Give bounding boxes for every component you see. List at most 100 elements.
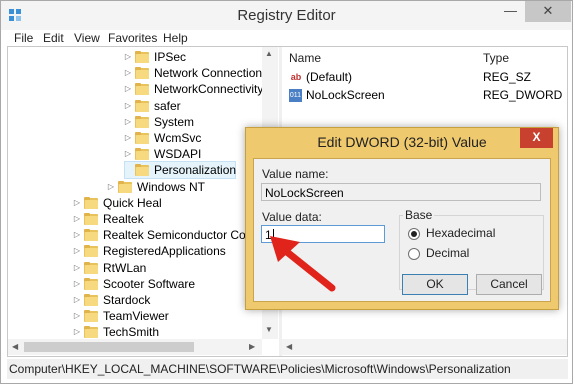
radio-hex-button[interactable] bbox=[408, 228, 420, 240]
radio-decimal-button[interactable] bbox=[408, 248, 420, 260]
expand-arrow-icon[interactable]: ▷ bbox=[72, 276, 82, 292]
folder-icon bbox=[135, 67, 150, 80]
tree-item[interactable]: ▷ safer bbox=[125, 98, 256, 114]
expand-arrow-icon[interactable]: ▷ bbox=[123, 49, 133, 65]
radio-decimal[interactable]: Decimal bbox=[408, 246, 538, 262]
menu-favorites[interactable]: Favorites bbox=[108, 31, 157, 45]
folder-icon bbox=[84, 261, 99, 274]
tree-item-label: Stardock bbox=[103, 293, 151, 307]
window-title: Registry Editor bbox=[237, 7, 336, 24]
folder-icon bbox=[135, 132, 150, 144]
tree-item[interactable]: ▷ WSDAPI bbox=[125, 146, 256, 162]
expand-arrow-icon[interactable]: ▷ bbox=[72, 195, 82, 211]
tree-item-label: Personalization bbox=[154, 163, 237, 178]
tree-item[interactable]: ▷ Realtek bbox=[74, 211, 256, 227]
tree-item[interactable]: ▷ TechSmith bbox=[74, 324, 256, 340]
tree-item[interactable]: ▷ Quick Heal bbox=[74, 195, 256, 211]
radio-hexadecimal[interactable]: Hexadecimal bbox=[408, 226, 538, 242]
title-bar[interactable]: Registry Editor — ✕ bbox=[1, 1, 572, 30]
dialog-title: Edit DWORD (32-bit) Value bbox=[317, 134, 487, 150]
folder-icon bbox=[118, 180, 133, 193]
expand-arrow-icon[interactable]: ▷ bbox=[72, 243, 82, 259]
value-row[interactable]: ab (Default) REG_SZ bbox=[286, 69, 556, 86]
close-icon: X bbox=[532, 130, 541, 144]
folder-icon bbox=[84, 326, 99, 339]
expand-arrow-icon[interactable]: ▷ bbox=[123, 81, 133, 97]
menu-help[interactable]: Help bbox=[163, 31, 188, 45]
expand-arrow-icon[interactable]: ▷ bbox=[106, 179, 116, 195]
scroll-right-icon[interactable]: ▶ bbox=[249, 342, 255, 351]
folder-icon bbox=[84, 196, 99, 209]
registry-key-tree: ▷ IPSec ▷ Network Connections ▷ NetworkConnec… bbox=[8, 47, 279, 356]
column-header-type[interactable]: Type bbox=[483, 47, 509, 69]
tree-item-label: Realtek bbox=[103, 212, 144, 226]
expand-arrow-icon[interactable]: ▷ bbox=[72, 324, 82, 340]
menu-edit[interactable]: Edit bbox=[43, 31, 64, 45]
folder-icon bbox=[84, 245, 99, 258]
value-name: NoLockScreen bbox=[306, 88, 385, 102]
value-type: REG_DWORD bbox=[483, 88, 563, 102]
tree-item[interactable]: ▷ System bbox=[125, 114, 256, 130]
close-button[interactable]: ✕ bbox=[525, 1, 571, 22]
dword-value-icon: 011 bbox=[289, 89, 302, 102]
expand-arrow-icon[interactable]: ▷ bbox=[72, 308, 82, 324]
expand-arrow-icon[interactable]: ▷ bbox=[72, 211, 82, 227]
folder-icon bbox=[84, 213, 99, 225]
tree-horizontal-scrollbar[interactable]: ◀ ▶ bbox=[8, 339, 262, 355]
scroll-left-icon[interactable]: ◀ bbox=[286, 342, 292, 351]
tree-item-label: IPSec bbox=[154, 50, 187, 64]
tree-item[interactable]: ▷ RtWLan bbox=[74, 260, 256, 276]
tree-item[interactable]: Personalization bbox=[124, 161, 237, 180]
annotation-arrow-icon bbox=[270, 236, 336, 292]
tree-item[interactable]: ▷ Stardock bbox=[74, 292, 256, 308]
tree-item[interactable]: ▷ Scooter Software bbox=[74, 276, 256, 292]
expand-arrow-icon[interactable]: ▷ bbox=[72, 292, 82, 308]
tree-item[interactable]: ▷ Realtek Semiconductor Corp. bbox=[72, 227, 260, 243]
tree-item[interactable]: ▷ RegisteredApplications bbox=[74, 243, 256, 259]
tree-item-label: TechSmith bbox=[103, 325, 160, 340]
radio-selected-dot bbox=[411, 231, 417, 237]
close-icon: ✕ bbox=[542, 3, 554, 18]
tree-item[interactable]: ▷ TeamViewer bbox=[74, 308, 256, 324]
tree-item-label: Scooter Software bbox=[103, 276, 196, 291]
minimize-button[interactable]: — bbox=[497, 1, 524, 22]
scroll-down-icon[interactable]: ▼ bbox=[265, 325, 273, 334]
value-row[interactable]: 011 NoLockScreen REG_DWORD bbox=[286, 87, 562, 104]
tree-item-label: Realtek Semiconductor Corp. bbox=[103, 228, 260, 243]
tree-item[interactable]: ▷ Network Connections bbox=[123, 65, 268, 81]
cancel-button[interactable]: Cancel bbox=[476, 274, 542, 295]
folder-icon bbox=[135, 115, 150, 128]
folder-icon bbox=[84, 310, 99, 323]
menu-file[interactable]: File bbox=[14, 31, 33, 45]
dialog-close-button[interactable]: X bbox=[520, 128, 553, 148]
values-horizontal-scrollbar[interactable]: ◀ bbox=[282, 339, 567, 355]
scroll-thumb[interactable] bbox=[24, 342, 194, 352]
expand-arrow-icon[interactable]: ▷ bbox=[123, 65, 133, 81]
expand-arrow-icon[interactable]: ▷ bbox=[123, 114, 133, 130]
folder-icon bbox=[135, 83, 150, 96]
folder-icon bbox=[84, 229, 99, 242]
expand-arrow-icon[interactable]: ▷ bbox=[72, 260, 82, 276]
folder-icon bbox=[84, 277, 99, 290]
expand-arrow-icon[interactable]: ▷ bbox=[72, 227, 82, 243]
base-label: Base bbox=[403, 208, 435, 222]
folder-icon bbox=[135, 51, 150, 63]
expand-arrow-icon[interactable]: ▷ bbox=[123, 98, 133, 114]
menu-view[interactable]: View bbox=[74, 31, 100, 45]
ok-button[interactable]: OK bbox=[402, 274, 468, 295]
tree-item[interactable]: ▷ Windows NT bbox=[108, 179, 256, 195]
scroll-left-icon[interactable]: ◀ bbox=[12, 342, 18, 351]
folder-icon bbox=[135, 99, 150, 112]
folder-icon bbox=[84, 294, 99, 306]
tree-item[interactable]: ▷ IPSec bbox=[125, 49, 256, 65]
folder-icon bbox=[135, 148, 150, 161]
tree-item[interactable]: ▷ WcmSvc bbox=[125, 130, 256, 146]
expand-arrow-icon[interactable]: ▷ bbox=[123, 146, 133, 162]
value-type: REG_SZ bbox=[483, 70, 532, 84]
value-name: (Default) bbox=[306, 70, 353, 84]
tree-item[interactable]: ▷ NetworkConnectivitySt bbox=[123, 81, 275, 97]
column-header-name[interactable]: Name bbox=[289, 47, 321, 69]
tree-item-label: RegisteredApplications bbox=[103, 244, 226, 259]
expand-arrow-icon[interactable]: ▷ bbox=[123, 130, 133, 146]
scroll-up-icon[interactable]: ▲ bbox=[265, 49, 273, 58]
